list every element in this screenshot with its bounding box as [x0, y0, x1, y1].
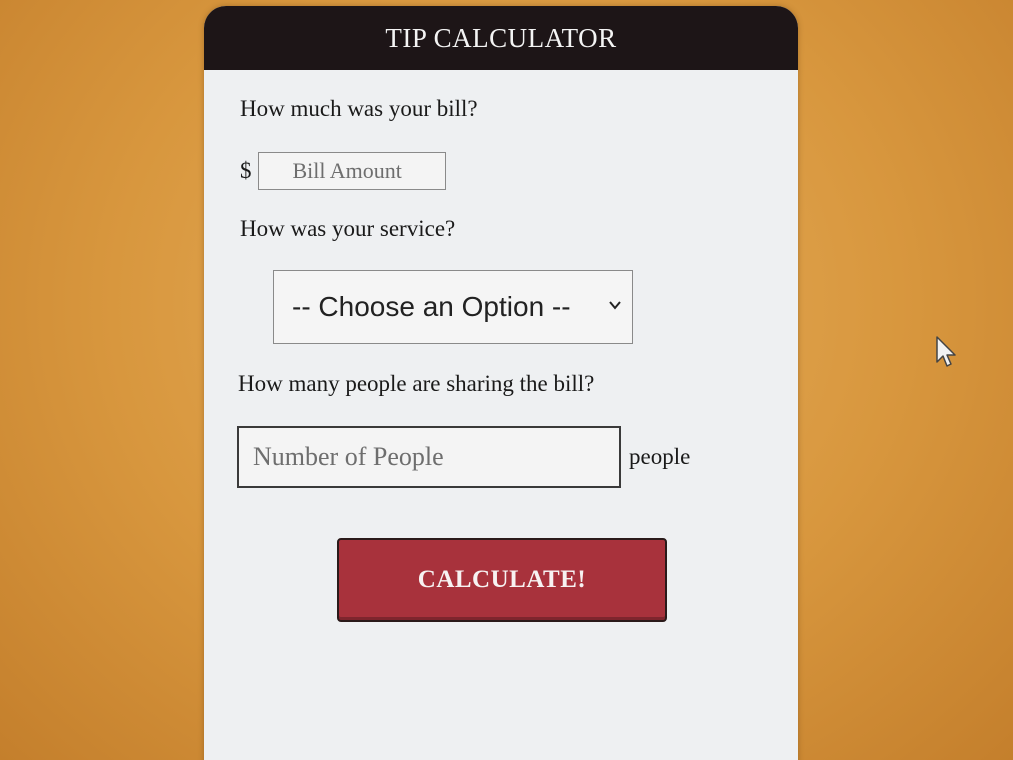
service-selected-option: -- Choose an Option --	[292, 291, 571, 322]
page-title: TIP CALCULATOR	[385, 22, 617, 53]
number-of-people-input[interactable]	[237, 426, 621, 488]
mouse-pointer-icon	[936, 336, 956, 367]
calculate-button[interactable]: CALCULATE!	[337, 538, 667, 622]
service-quality-select[interactable]: -- Choose an Option --	[273, 270, 633, 344]
bill-question-label: How much was your bill?	[240, 96, 478, 121]
chevron-down-icon	[609, 301, 621, 310]
people-row: people	[237, 426, 690, 488]
bill-row: $	[240, 152, 446, 190]
tip-calculator-card: TIP CALCULATOR How much was your bill? $…	[204, 6, 798, 760]
people-question-label: How many people are sharing the bill?	[238, 371, 595, 396]
people-unit-label: people	[629, 444, 691, 469]
currency-symbol: $	[240, 158, 252, 183]
bill-amount-input[interactable]	[257, 152, 446, 190]
service-question-label: How was your service?	[240, 216, 456, 241]
card-header: TIP CALCULATOR	[204, 6, 798, 70]
